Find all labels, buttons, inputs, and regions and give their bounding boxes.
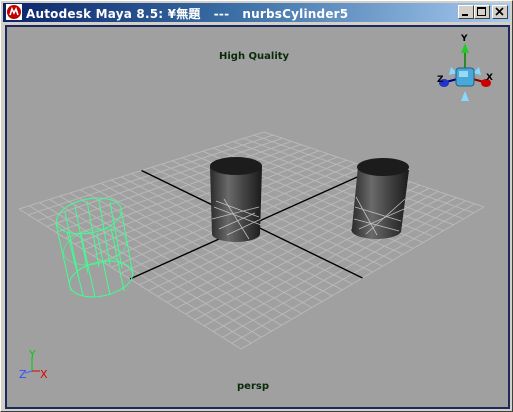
window-title: Autodesk Maya 8.5: ¥無題 --- nurbsCylinder…: [26, 7, 349, 21]
maximize-icon: [477, 7, 486, 16]
maya-window: Autodesk Maya 8.5: ¥無題 --- nurbsCylinder…: [0, 0, 513, 412]
view-compass[interactable]: Y Z X: [437, 34, 493, 101]
close-icon: [495, 7, 504, 16]
maximize-button[interactable]: [474, 5, 490, 19]
minimize-button[interactable]: [458, 5, 474, 19]
compass-z-label: Z: [437, 75, 444, 85]
axis-indicator: Y Z X: [19, 348, 48, 381]
perspective-viewport[interactable]: Y Z X Y Z X High Quality persp: [9, 29, 506, 405]
axis-y-label: Y: [28, 348, 36, 361]
cylinder-center[interactable]: [210, 157, 262, 242]
scene-canvas[interactable]: Y Z X Y Z X: [9, 29, 506, 405]
title-bar[interactable]: Autodesk Maya 8.5: ¥無題 --- nurbsCylinder…: [3, 3, 510, 22]
axis-x-label: X: [40, 368, 48, 381]
close-button[interactable]: [492, 5, 508, 19]
camera-name-label: persp: [237, 381, 269, 392]
minimize-icon: [462, 14, 468, 16]
quality-label: High Quality: [219, 51, 290, 62]
axis-z-label: Z: [19, 368, 27, 381]
compass-x-label: X: [486, 73, 493, 83]
maya-app-icon[interactable]: [6, 4, 22, 20]
compass-y-label: Y: [460, 34, 468, 44]
cylinder-right[interactable]: [351, 158, 409, 240]
viewport-frame: Y Z X Y Z X High Quality persp: [5, 25, 510, 409]
